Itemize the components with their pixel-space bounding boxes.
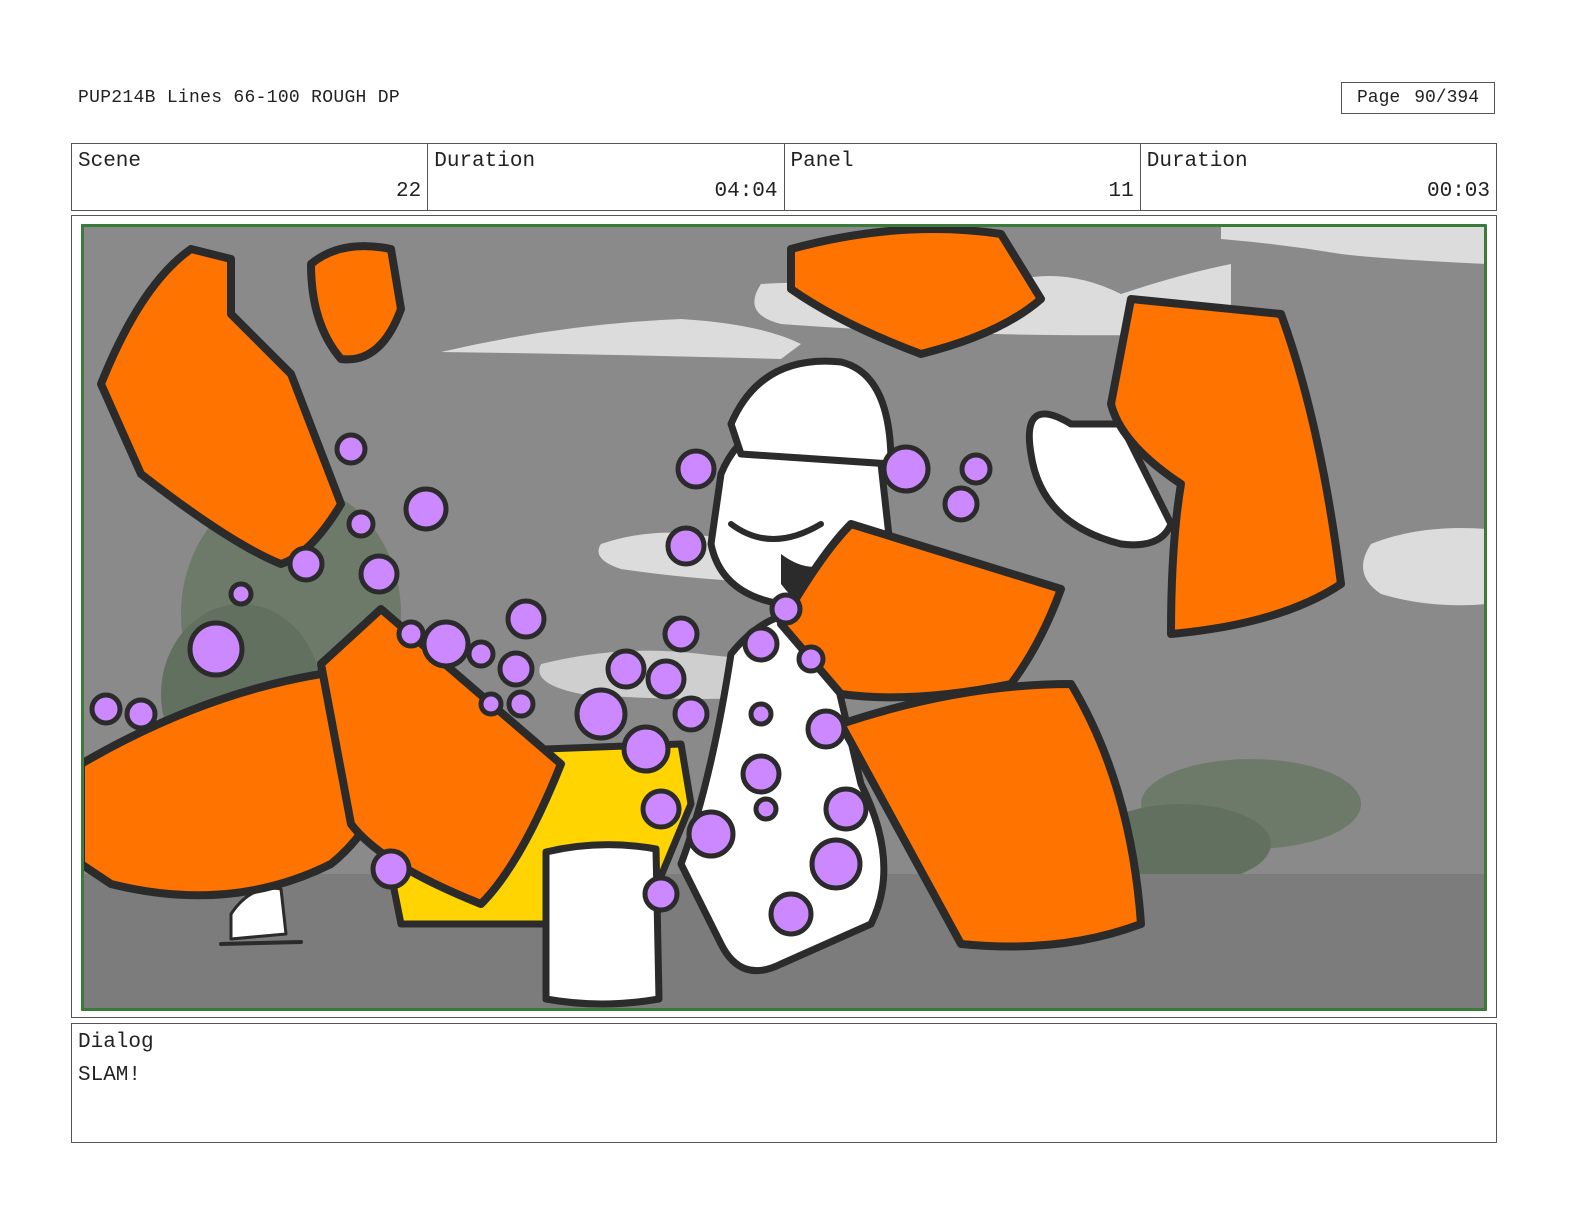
panel-duration-label: Duration (1146, 150, 1248, 173)
panel-label: Panel (790, 150, 854, 173)
scene-duration-cell: Duration 04:04 (428, 144, 785, 210)
page-label: Page (1356, 88, 1401, 108)
dialog-text: SLAM! (78, 1064, 142, 1087)
panel-info-table: Scene 22 Duration 04:04 Panel 11 Duratio… (71, 143, 1497, 211)
document-title: PUP214B Lines 66-100 ROUGH DP (78, 88, 400, 108)
panel-duration-value: 00:03 (1426, 180, 1490, 203)
scene-value: 22 (396, 180, 422, 203)
panel-duration-cell: Duration 00:03 (1141, 144, 1496, 210)
page-number: 90/394 (1414, 88, 1480, 108)
page-indicator: Page 90/394 (1341, 82, 1495, 114)
dialog-label: Dialog (78, 1031, 154, 1054)
scene-label: Scene (78, 150, 142, 173)
panel-cell: Panel 11 (785, 144, 1141, 210)
scene-duration-label: Duration (434, 150, 536, 173)
scene-duration-value: 04:04 (714, 180, 778, 203)
scene-cell: Scene 22 (72, 144, 429, 210)
storyboard-panel-image (81, 224, 1487, 1011)
dialog-box: Dialog SLAM! (71, 1023, 1497, 1143)
white-bucket (542, 841, 663, 1008)
skateboard (219, 940, 303, 946)
panel-value: 11 (1108, 180, 1134, 203)
